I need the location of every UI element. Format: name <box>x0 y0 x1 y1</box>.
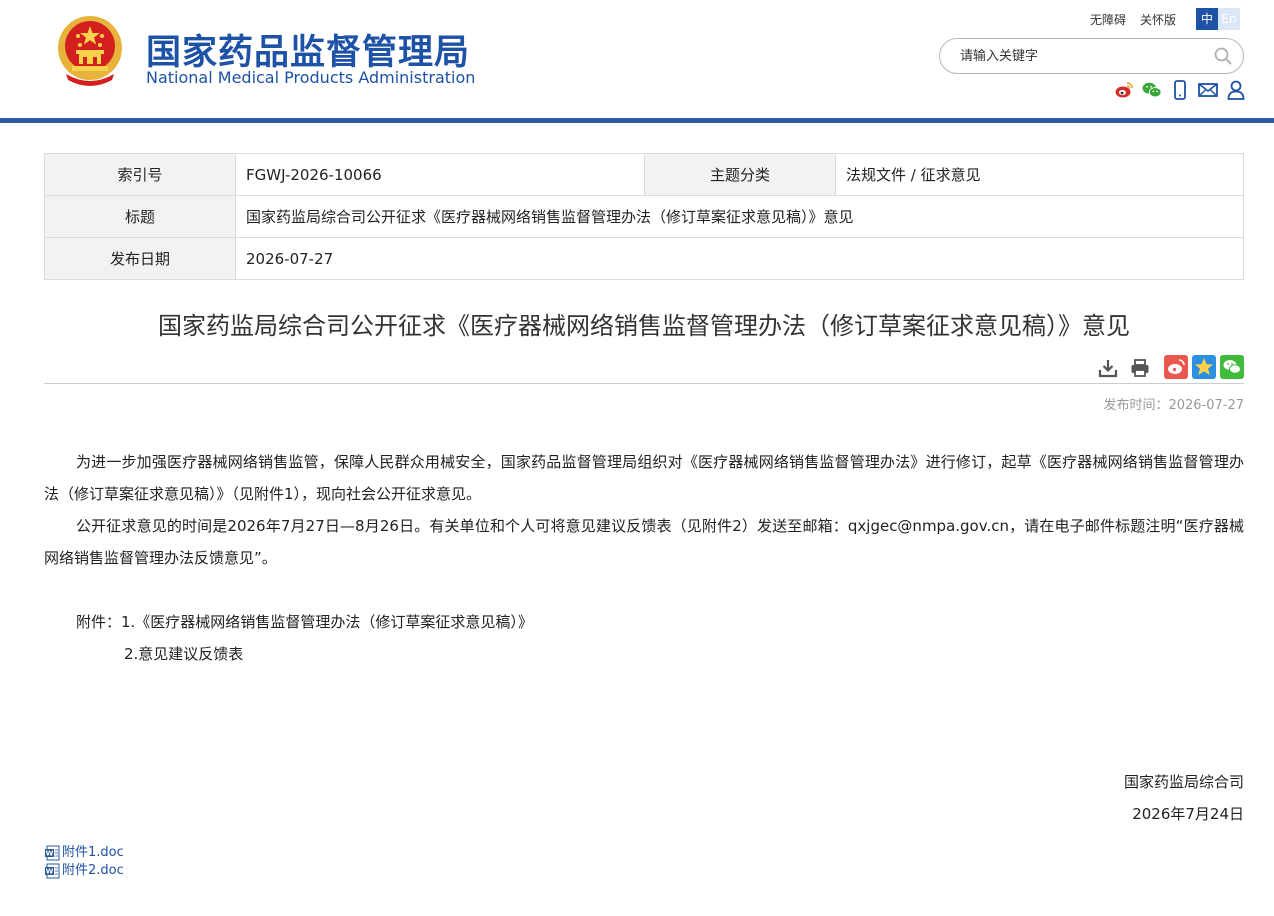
signer: 国家药监局综合司 <box>1123 773 1244 791</box>
article-body: 为进一步加强医疗器械网络销售监管，保障人民群众用械安全，国家药品监督管理局组织对… <box>44 446 1244 574</box>
share-wechat-icon[interactable] <box>1220 355 1244 379</box>
header-divider <box>0 118 1274 123</box>
article-divider <box>44 383 1244 384</box>
weibo-icon[interactable] <box>1114 80 1134 100</box>
table-row: 标题 国家药监局综合司公开征求《医疗器械网络销售监督管理办法（修订草案征求意见稿… <box>44 195 1244 238</box>
index-value: FGWJ-2026-10066 <box>235 153 645 196</box>
wechat-icon[interactable] <box>1142 80 1162 100</box>
word-doc-icon: W <box>45 863 60 879</box>
download-icon[interactable] <box>1096 356 1120 380</box>
file-downloads: W 附件1.doc W 附件2.doc <box>44 844 124 880</box>
lang-en-button[interactable]: En <box>1218 8 1240 30</box>
article-tools <box>1096 356 1152 380</box>
site-header: 国家药品监督管理局 National Medical Products Admi… <box>0 0 1274 124</box>
index-label: 索引号 <box>44 153 236 196</box>
body-paragraph: 公开征求意见的时间是2026年7月27日—8月26日。有关单位和个人可将意见建议… <box>44 517 1244 567</box>
publish-time: 发布时间：2026-07-27 <box>1103 398 1244 413</box>
word-doc-icon: W <box>45 845 60 861</box>
article-title: 国家药监局综合司公开征求《医疗器械网络销售监督管理办法（修订草案征求意见稿）》意… <box>158 312 1130 340</box>
attachments-list: 附件：1.《医疗器械网络销售监督管理办法（修订草案征求意见稿）》 2.意见建议反… <box>76 606 533 670</box>
social-links <box>1114 80 1246 100</box>
file-link-1[interactable]: W 附件1.doc <box>44 844 124 862</box>
site-subtitle-en: National Medical Products Administration <box>146 68 476 87</box>
category-label: 主题分类 <box>644 153 836 196</box>
search-input[interactable] <box>960 46 1200 66</box>
lang-zh-button[interactable]: 中 <box>1196 8 1218 30</box>
category-value: 法规文件 / 征求意见 <box>835 153 1244 196</box>
attachment-line-1: 附件：1.《医疗器械网络销售监督管理办法（修订草案征求意见稿）》 <box>76 613 533 631</box>
share-favorite-icon[interactable] <box>1192 355 1216 379</box>
mobile-icon[interactable] <box>1170 80 1190 100</box>
attachment-line-2: 2.意见建议反馈表 <box>124 645 244 663</box>
signature-block: 国家药监局综合司 2026年7月24日 <box>1124 766 1244 830</box>
print-icon[interactable] <box>1128 356 1152 380</box>
file-name[interactable]: 附件1.doc <box>62 844 124 862</box>
file-link-2[interactable]: W 附件2.doc <box>44 862 124 880</box>
user-icon[interactable] <box>1226 80 1246 100</box>
top-links: 无障碍 关怀版 中 En <box>1090 8 1240 30</box>
search-box <box>939 38 1244 74</box>
share-tools <box>1164 355 1244 379</box>
file-name[interactable]: 附件2.doc <box>62 862 124 880</box>
svg-text:W: W <box>46 868 54 876</box>
date-value: 2026-07-27 <box>235 237 1244 280</box>
language-switch: 中 En <box>1196 8 1240 30</box>
mail-icon[interactable] <box>1198 80 1218 100</box>
sign-date: 2026年7月24日 <box>1132 805 1244 823</box>
national-emblem-icon <box>58 16 122 86</box>
accessibility-link[interactable]: 无障碍 <box>1090 11 1126 28</box>
document-meta-table: 索引号 FGWJ-2026-10066 主题分类 法规文件 / 征求意见 标题 … <box>44 153 1244 280</box>
search-icon[interactable] <box>1213 46 1233 66</box>
svg-text:W: W <box>46 850 54 858</box>
share-weibo-icon[interactable] <box>1164 355 1188 379</box>
title-label: 标题 <box>44 195 236 238</box>
title-value: 国家药监局综合司公开征求《医疗器械网络销售监督管理办法（修订草案征求意见稿）》意… <box>235 195 1244 238</box>
table-row: 发布日期 2026-07-27 <box>44 237 1244 280</box>
table-row: 索引号 FGWJ-2026-10066 主题分类 法规文件 / 征求意见 <box>44 153 1244 196</box>
body-paragraph: 为进一步加强医疗器械网络销售监管，保障人民群众用械安全，国家药品监督管理局组织对… <box>44 453 1244 503</box>
date-label: 发布日期 <box>44 237 236 280</box>
elderly-mode-link[interactable]: 关怀版 <box>1140 11 1176 28</box>
